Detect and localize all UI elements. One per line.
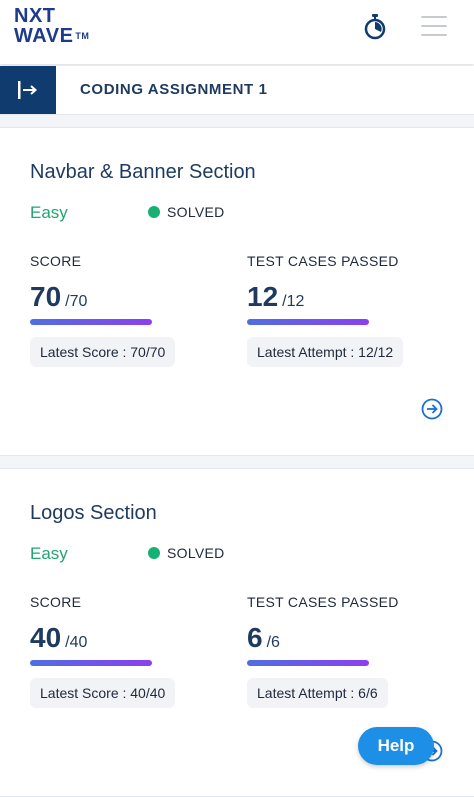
score-label: SCORE (30, 594, 82, 610)
tests-value: 12 (247, 281, 279, 312)
tests-total: /12 (282, 293, 305, 310)
tests-section: TEST CASES PASSED 6/6 Latest Attempt : 6… (247, 594, 399, 708)
assignment-bar: CODING ASSIGNMENT 1 (0, 66, 474, 115)
latest-attempt: Latest Attempt : 6/6 (247, 678, 388, 708)
difficulty-label: Easy (30, 203, 68, 222)
help-button[interactable]: Help (358, 727, 434, 765)
score-progress-bar (30, 660, 152, 666)
toggle-sidebar-button[interactable] (0, 66, 56, 114)
score-value: 70 (30, 281, 62, 312)
score-section: SCORE 70/70 Latest Score : 70/70 (30, 253, 176, 367)
solved-dot-icon (148, 547, 160, 559)
tests-label: TEST CASES PASSED (247, 253, 399, 269)
nxtwave-logo[interactable]: NXT WAVE TM (14, 6, 89, 46)
stopwatch-icon[interactable] (363, 14, 387, 40)
score-label: SCORE (30, 253, 82, 269)
tests-progress-bar (247, 660, 369, 666)
status-text: SOLVED (167, 545, 225, 561)
status-text: SOLVED (167, 204, 225, 220)
latest-score: Latest Score : 40/40 (30, 678, 176, 708)
tests-progress-bar (247, 319, 369, 325)
score-value: 40 (30, 622, 62, 653)
score-total: /70 (65, 293, 88, 310)
status-badge: SOLVED (148, 204, 225, 220)
sidebar-expand-icon (18, 81, 38, 99)
top-header: NXT WAVE TM (0, 0, 474, 64)
tests-value: 6 (247, 622, 263, 653)
logo-line1: NXT (14, 5, 56, 27)
latest-attempt: Latest Attempt : 12/12 (247, 337, 404, 367)
question-title: Navbar & Banner Section (30, 161, 256, 183)
logo-tm: TM (75, 31, 90, 41)
logo-line2: WAVE (14, 25, 74, 47)
score-progress-bar (30, 319, 152, 325)
status-badge: SOLVED (148, 545, 225, 561)
tests-section: TEST CASES PASSED 12/12 Latest Attempt :… (247, 253, 404, 367)
arrow-right-circle-icon[interactable] (421, 398, 443, 420)
tests-label: TEST CASES PASSED (247, 594, 399, 610)
score-total: /40 (65, 634, 88, 651)
difficulty-label: Easy (30, 544, 68, 563)
latest-score: Latest Score : 70/70 (30, 337, 176, 367)
solved-dot-icon (148, 206, 160, 218)
assignment-title: CODING ASSIGNMENT 1 (80, 81, 268, 98)
tests-total: /6 (266, 634, 280, 651)
question-title: Logos Section (30, 502, 157, 524)
hamburger-menu-icon[interactable] (421, 16, 447, 38)
question-card[interactable]: Navbar & Banner Section Easy SOLVED SCOR… (0, 127, 474, 456)
score-section: SCORE 40/40 Latest Score : 40/40 (30, 594, 176, 708)
